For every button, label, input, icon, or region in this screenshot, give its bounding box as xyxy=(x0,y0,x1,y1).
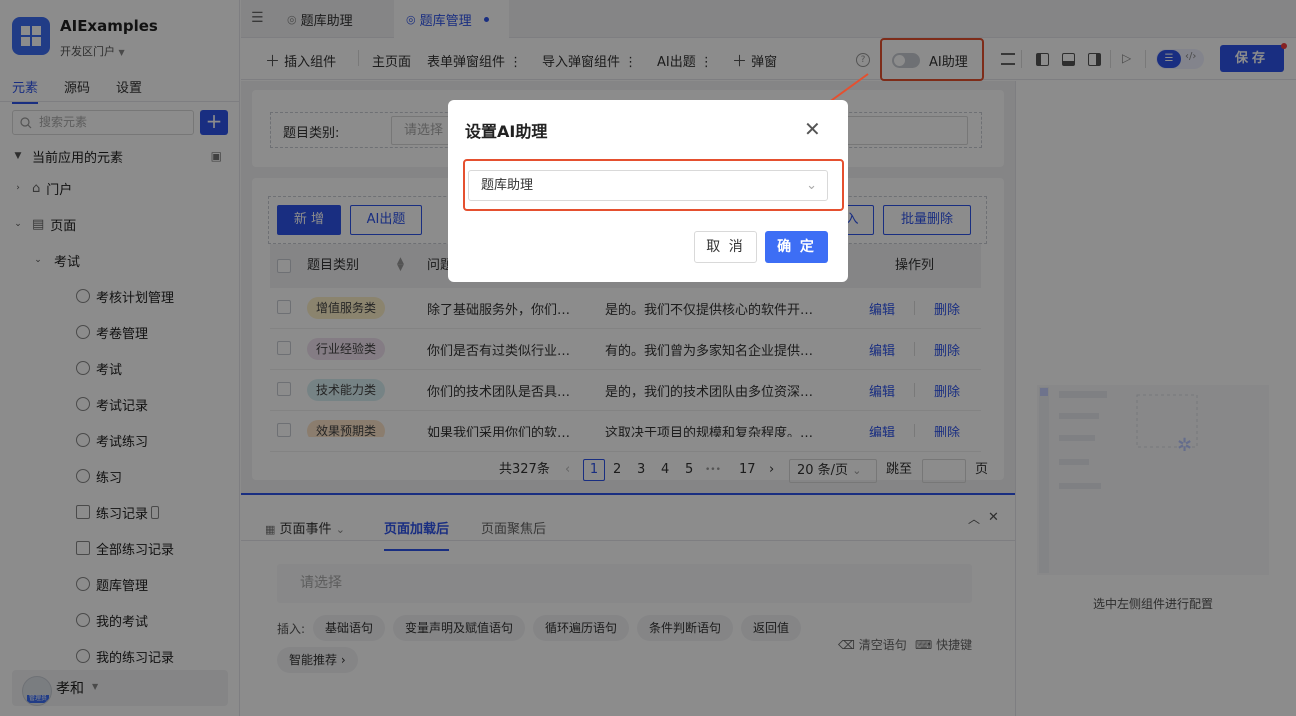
cancel-button[interactable]: 取 消 xyxy=(694,231,757,263)
dialog-title: 设置AI助理 xyxy=(465,122,548,141)
chevron-down-icon: ⌄ xyxy=(806,178,817,193)
select-value: 题库助理 xyxy=(481,178,534,193)
ai-assistant-dialog: 设置AI助理 ✕ 题库助理 ⌄ 取 消 确 定 xyxy=(448,100,848,282)
assistant-select[interactable]: 题库助理 ⌄ xyxy=(468,170,828,201)
confirm-button[interactable]: 确 定 xyxy=(765,231,828,263)
close-icon[interactable]: ✕ xyxy=(804,117,821,141)
